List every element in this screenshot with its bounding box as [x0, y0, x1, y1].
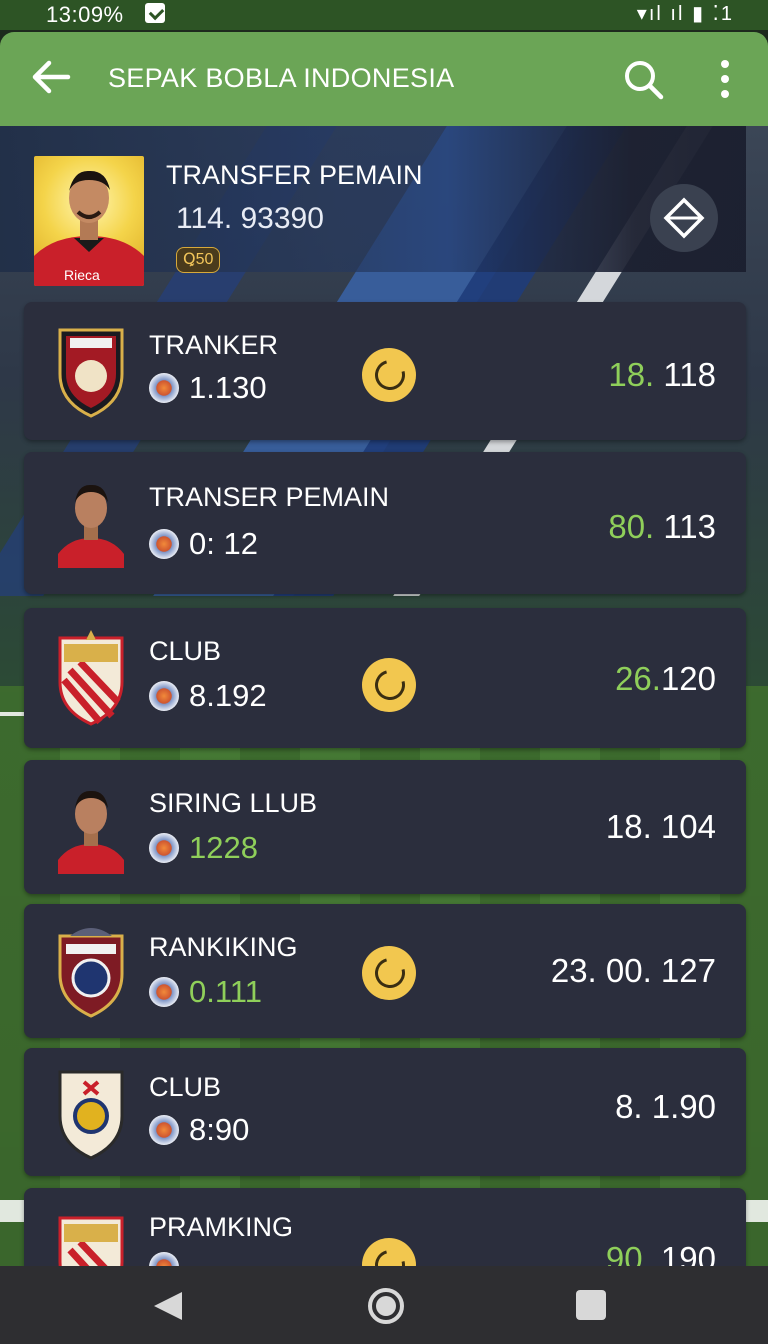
profile-value: 114. 93390	[176, 202, 324, 235]
ball-icon	[149, 681, 179, 711]
list-item[interactable]: TRANKER 1.130 18. 118	[24, 302, 746, 440]
row-amount: 8. 1.90	[615, 1088, 716, 1125]
profile-name: TRANSFER PEMAIN	[166, 160, 423, 190]
diamond-icon	[663, 197, 705, 239]
player-avatar-icon	[58, 790, 124, 874]
row-title: RANKIKING	[149, 932, 298, 962]
diamond-button[interactable]	[650, 184, 718, 252]
note-icon	[145, 3, 165, 23]
row-amount: 23. 00. 127	[550, 952, 716, 989]
club-crest-icon	[58, 630, 124, 726]
club-crest-icon	[58, 328, 124, 418]
club-crest-icon	[58, 1070, 124, 1160]
list-item[interactable]: RANKIKING 0.111 23. 00. 127	[24, 904, 746, 1038]
ball-icon	[149, 1115, 179, 1145]
row-sub: 1.130	[149, 370, 267, 406]
list-item[interactable]: CLUB 8.192 26.120	[24, 608, 746, 748]
back-arrow-icon[interactable]	[28, 54, 74, 100]
coin-icon[interactable]	[362, 658, 416, 712]
status-time: 13:09%	[46, 2, 124, 27]
ball-icon	[149, 833, 179, 863]
list-item[interactable]: CLUB 8:90 8. 1.90	[24, 1048, 746, 1176]
list-item[interactable]: TRANSER PEMAIN 0: 12 80. 113	[24, 452, 746, 594]
pitch-line	[0, 712, 24, 716]
row-title: TRANKER	[149, 330, 279, 360]
row-title: TRANSER PEMAIN	[149, 482, 390, 512]
row-sub: 8.192	[149, 678, 267, 714]
row-title: PRAMKING	[149, 1212, 294, 1242]
nav-home-icon[interactable]	[366, 1286, 406, 1326]
profile-badge: Ꝗ50	[176, 247, 221, 273]
ball-icon	[149, 977, 179, 1007]
list-item[interactable]: SIRING LLUB 1228 18. 104	[24, 760, 746, 894]
status-icons: ▾ıl ıl ▮ ⁚1	[636, 3, 734, 25]
row-title: CLUB	[149, 636, 222, 666]
row-amount: 18. 118	[608, 356, 716, 393]
nav-recents-icon[interactable]	[574, 1288, 608, 1322]
svg-text:Rieca: Rieca	[64, 267, 100, 283]
row-amount: 80. 113	[608, 508, 716, 545]
system-nav-bar	[0, 1266, 768, 1344]
app-bar: SEPAK BOBLA INDONESIA	[0, 32, 768, 126]
app-title: SEPAK BOBLA INDONESIA	[108, 63, 455, 93]
row-sub: 8:90	[149, 1112, 249, 1148]
club-crest-icon	[58, 928, 124, 1018]
player-avatar-icon	[58, 484, 124, 568]
row-title: CLUB	[149, 1072, 222, 1102]
status-bar: 13:09% ▾ıl ıl ▮ ⁚1	[0, 0, 768, 30]
row-sub: 0.111	[149, 974, 262, 1010]
row-title: SIRING LLUB	[149, 788, 318, 818]
row-amount: 18. 104	[605, 808, 716, 845]
more-vert-icon[interactable]	[710, 56, 740, 102]
coin-icon[interactable]	[362, 348, 416, 402]
player-avatar-large: Rieca	[34, 156, 144, 286]
search-icon[interactable]	[620, 56, 666, 102]
ball-icon	[149, 529, 179, 559]
row-sub: 0: 12	[149, 526, 258, 562]
nav-back-icon[interactable]	[150, 1288, 186, 1324]
row-amount: 26.120	[615, 660, 716, 697]
coin-icon[interactable]	[362, 946, 416, 1000]
row-sub: 1228	[149, 830, 258, 866]
ball-icon	[149, 373, 179, 403]
